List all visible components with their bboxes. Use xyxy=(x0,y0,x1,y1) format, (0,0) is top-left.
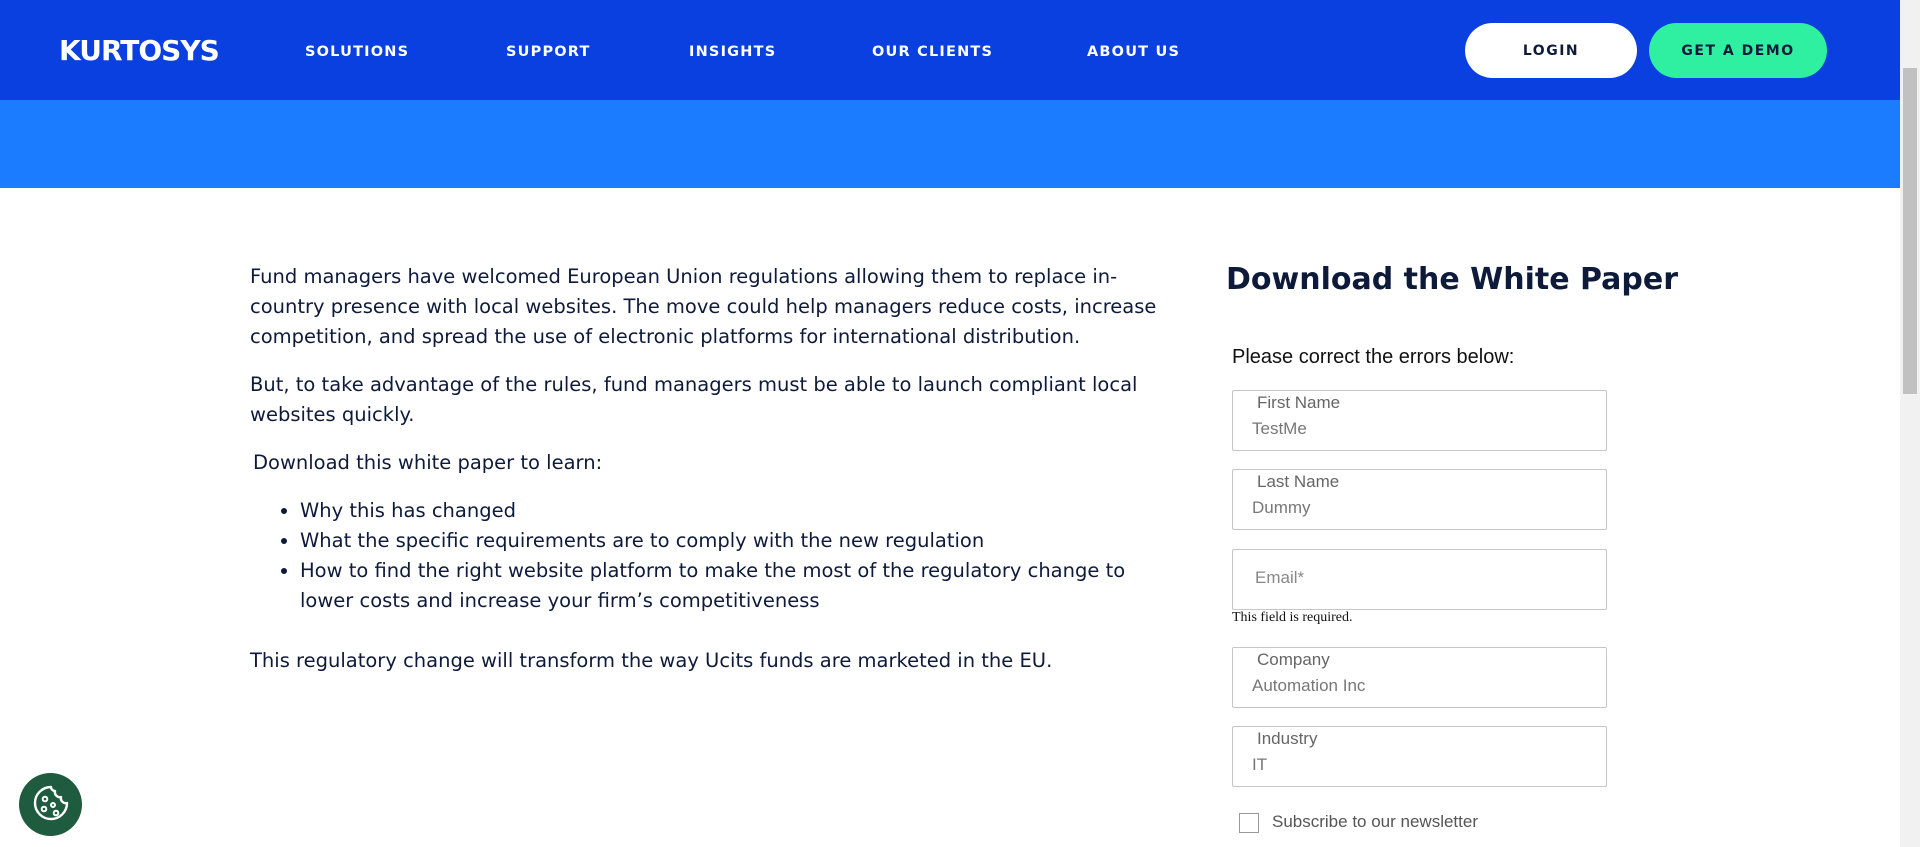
hero-band xyxy=(0,100,1900,188)
page-scrollbar[interactable] xyxy=(1900,0,1920,847)
get-a-demo-button[interactable]: GET A DEMO xyxy=(1649,23,1827,78)
list-item: What the specific requirements are to co… xyxy=(300,526,1180,556)
paragraph-intro: Fund managers have welcomed European Uni… xyxy=(250,265,1157,348)
paragraph-download-intro: Download this white paper to learn: xyxy=(253,451,603,474)
paragraph-rules: But, to take advantage of the rules, fun… xyxy=(250,373,1138,426)
first-name-value[interactable]: TestMe xyxy=(1252,419,1582,439)
login-button[interactable]: LOGIN xyxy=(1465,23,1637,78)
last-name-label: Last Name xyxy=(1255,472,1342,492)
cookie-settings-button[interactable] xyxy=(19,773,82,836)
list-item: Why this has changed xyxy=(300,496,1180,526)
nav-support[interactable]: SUPPORT xyxy=(506,44,591,60)
site-header: KURTOSYS SOLUTIONS SUPPORT INSIGHTS OUR … xyxy=(0,0,1900,100)
email-error-message: This field is required. xyxy=(1232,610,1353,625)
list-item: How to find the right website platform t… xyxy=(300,556,1180,616)
form-title: Download the White Paper xyxy=(1226,262,1679,297)
nav-solutions[interactable]: SOLUTIONS xyxy=(305,44,409,60)
newsletter-checkbox[interactable] xyxy=(1239,813,1259,833)
email-field[interactable]: Email* xyxy=(1232,549,1607,610)
last-name-field[interactable]: Last Name Dummy xyxy=(1232,469,1607,530)
industry-value[interactable]: IT xyxy=(1252,755,1582,775)
cookie-icon xyxy=(31,783,71,827)
last-name-value[interactable]: Dummy xyxy=(1252,498,1582,518)
industry-label: Industry xyxy=(1255,729,1320,749)
newsletter-label: Subscribe to our newsletter xyxy=(1272,812,1478,831)
form-error-summary: Please correct the errors below: xyxy=(1232,346,1515,368)
company-value[interactable]: Automation Inc xyxy=(1252,676,1582,696)
nav-insights[interactable]: INSIGHTS xyxy=(689,44,776,60)
paragraph-closing: This regulatory change will transform th… xyxy=(250,649,1053,672)
first-name-label: First Name xyxy=(1255,393,1343,413)
kurtosys-logo[interactable]: KURTOSYS xyxy=(59,36,220,66)
nav-about-us[interactable]: ABOUT US xyxy=(1087,44,1180,60)
first-name-field[interactable]: First Name TestMe xyxy=(1232,390,1607,451)
company-field[interactable]: Company Automation Inc xyxy=(1232,647,1607,708)
industry-field[interactable]: Industry IT xyxy=(1232,726,1607,787)
scrollbar-thumb[interactable] xyxy=(1903,68,1917,394)
email-placeholder: Email* xyxy=(1255,568,1305,587)
nav-our-clients[interactable]: OUR CLIENTS xyxy=(872,44,993,60)
learning-list: Why this has changed What the specific r… xyxy=(300,496,1180,616)
article-body: Fund managers have welcomed European Uni… xyxy=(250,262,1180,694)
company-label: Company xyxy=(1255,650,1332,670)
